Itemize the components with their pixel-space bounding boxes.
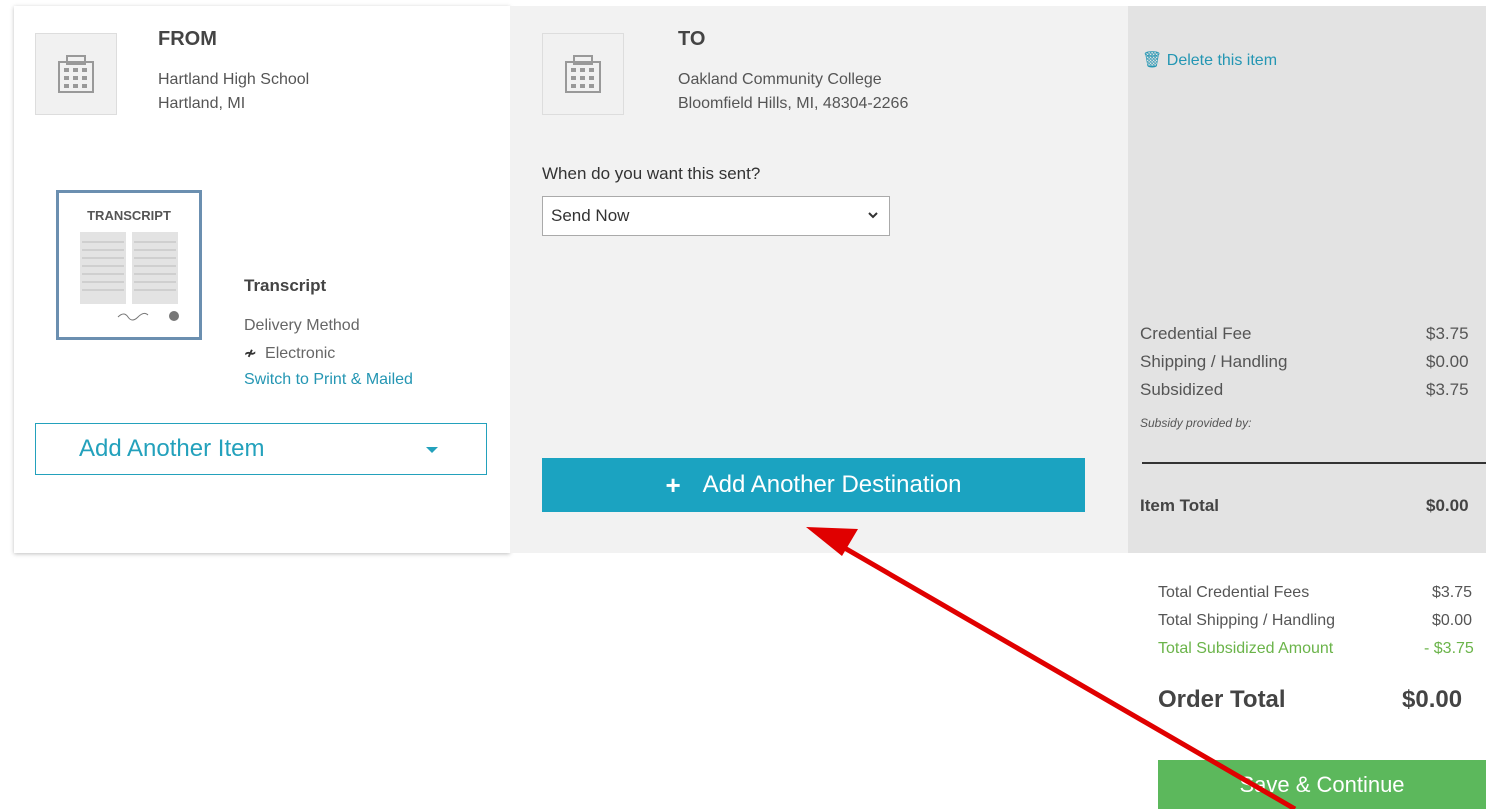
total-credential-fees-value: $3.75 (1432, 584, 1473, 601)
to-school-name: Oakland Community College (678, 71, 882, 88)
delivery-method-value: Electronic (265, 345, 336, 362)
add-another-item-label: Add Another Item (79, 435, 265, 462)
item-total-label: Item Total (1140, 496, 1220, 515)
switch-to-print-link[interactable]: Switch to Print & Mailed (244, 371, 413, 389)
total-credential-fees-label: Total Credential Fees (1158, 584, 1310, 601)
add-another-item-dropdown[interactable]: Add Another Item (35, 423, 487, 475)
item-total-value: $0.00 (1426, 496, 1469, 515)
divider (1142, 462, 1486, 464)
shipping-value: $0.00 (1426, 352, 1469, 371)
delete-item-link[interactable]: 🗑 Delete this item (1142, 50, 1277, 70)
rss-icon: ≁ (244, 345, 257, 362)
transcript-thumbnail-title: TRANSCRIPT (87, 208, 171, 223)
save-continue-button[interactable]: Save & Continue (1158, 760, 1486, 809)
from-school-location: Hartland, MI (158, 95, 246, 112)
to-school-location: Bloomfield Hills, MI, 48304-2266 (678, 95, 909, 112)
subsidized-label: Subsidized (1140, 380, 1224, 399)
to-panel: TO Oakland Community College Bloomfield … (510, 6, 1128, 553)
delete-item-label: Delete this item (1166, 52, 1278, 69)
total-shipping-label: Total Shipping / Handling (1158, 612, 1336, 629)
from-card: FROM Hartland High School Hartland, MI T… (14, 6, 510, 553)
subsidy-note: Subsidy provided by: (1140, 416, 1252, 430)
building-icon (542, 33, 624, 115)
delivery-method-value-row: ≁ Electronic (244, 344, 335, 363)
subsidized-value: $3.75 (1426, 380, 1469, 399)
building-icon (35, 33, 117, 115)
transcript-thumbnail: TRANSCRIPT (55, 189, 203, 341)
send-timing-selected: Send Now (551, 206, 630, 225)
add-another-destination-button[interactable]: + Add Another Destination (542, 458, 1085, 512)
order-total-value: $0.00 (1402, 686, 1463, 713)
item-label: Transcript (244, 276, 327, 295)
to-heading: TO (678, 28, 706, 50)
caret-down-icon (426, 447, 438, 453)
send-timing-select[interactable]: Send Now (542, 196, 890, 236)
from-school-name: Hartland High School (158, 71, 310, 88)
save-continue-label: Save & Continue (1239, 771, 1405, 797)
order-total-label: Order Total (1158, 686, 1286, 713)
chevron-down-icon (868, 212, 878, 219)
add-another-destination-label: Add Another Destination (702, 471, 962, 498)
delivery-method-label: Delivery Method (244, 317, 360, 334)
from-heading: FROM (158, 28, 217, 50)
total-subsidized-label: Total Subsidized Amount (1158, 640, 1334, 657)
total-shipping-value: $0.00 (1432, 612, 1473, 629)
shipping-label: Shipping / Handling (1140, 352, 1288, 371)
plus-icon: + (665, 469, 681, 500)
total-subsidized-value: - $3.75 (1424, 640, 1474, 657)
trash-icon: 🗑 (1142, 52, 1163, 69)
credential-fee-label: Credential Fee (1140, 324, 1252, 343)
credential-fee-value: $3.75 (1426, 324, 1469, 343)
item-summary-panel: 🗑 Delete this item Credential Fee $3.75 … (1128, 6, 1486, 553)
send-timing-question: When do you want this sent? (542, 164, 761, 183)
